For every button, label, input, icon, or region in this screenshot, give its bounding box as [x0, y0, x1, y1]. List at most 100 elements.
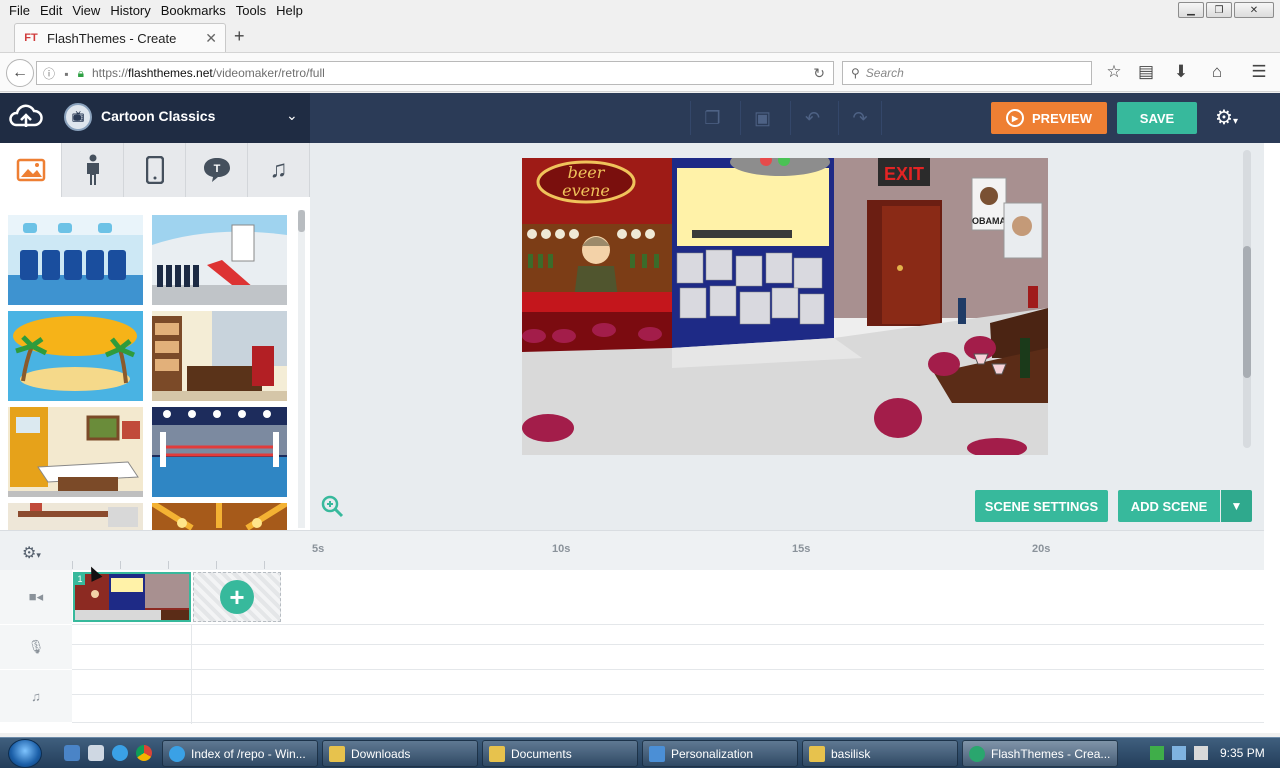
beer-sign-text-2: evene [562, 181, 610, 200]
settings-gear-icon[interactable]: ⚙▾ [1215, 105, 1238, 130]
reading-list-icon[interactable]: ▤ [1135, 62, 1157, 82]
tick [216, 561, 217, 569]
tab-text[interactable]: T [186, 143, 248, 197]
show-desktop-icon[interactable] [64, 745, 80, 761]
new-tab-icon[interactable]: + [234, 26, 245, 47]
tab-close-icon[interactable]: ✕ [205, 30, 217, 47]
menu-file[interactable]: File [4, 3, 35, 18]
thumb-theater[interactable] [152, 503, 287, 530]
tab-backgrounds[interactable] [0, 143, 62, 197]
music-track-label: ♫ [0, 670, 72, 722]
theme-avatar[interactable]: 📺︎ [64, 103, 92, 131]
tick [264, 561, 265, 569]
back-arrow-icon: ← [12, 64, 28, 81]
stage-scrollbar[interactable] [1243, 150, 1251, 448]
home-icon[interactable]: ⌂ [1206, 62, 1228, 82]
thumb-office-desk[interactable] [152, 311, 287, 401]
taskbar-item-personalization[interactable]: Personalization [642, 740, 798, 767]
menu-edit[interactable]: Edit [35, 3, 67, 18]
restore-button[interactable]: ❐ [1206, 2, 1232, 18]
menu-help[interactable]: Help [271, 3, 308, 18]
play-icon: ▶ [1006, 109, 1025, 127]
timeline-ruler[interactable]: ⚙▾ 5s 10s 15s 20s [0, 530, 1264, 570]
thumb-beach-island[interactable] [8, 311, 143, 401]
url-bar[interactable]: ⓘ ▪ 🔒︎ https:// flashthemes.net /videoma… [36, 61, 834, 85]
taskbar-item-basilisk[interactable]: basilisk [802, 740, 958, 767]
explorer-icon[interactable] [88, 745, 104, 761]
save-button[interactable]: SAVE [1117, 102, 1197, 134]
chrome-icon[interactable] [136, 745, 152, 761]
menu-view[interactable]: View [67, 3, 105, 18]
redo-icon[interactable]: ↷ [838, 101, 882, 135]
security-shield-icon[interactable] [1150, 746, 1164, 760]
right-edge-strip [1264, 143, 1280, 733]
close-window-button[interactable]: ✕ [1234, 2, 1274, 18]
tab-strip: FT FlashThemes - Create ✕ + [0, 20, 1280, 52]
add-scene-slot[interactable]: + [193, 572, 281, 622]
phone-icon [145, 156, 164, 184]
add-scene-dropdown[interactable]: ▼ [1221, 490, 1252, 522]
taskbar-item-downloads[interactable]: Downloads [322, 740, 478, 767]
menu-tools[interactable]: Tools [231, 3, 271, 18]
hamburger-menu-icon[interactable]: ☰ [1248, 62, 1270, 82]
tick-label-10s: 10s [552, 543, 571, 555]
tab-characters[interactable] [62, 143, 124, 197]
thumb-office-room[interactable] [8, 407, 143, 497]
volume-muted-icon[interactable] [1194, 746, 1208, 760]
asset-scrollbar[interactable] [298, 210, 305, 528]
browser-menubar: File Edit View History Bookmarks Tools H… [0, 0, 1280, 20]
timeline-settings-gear-icon[interactable]: ⚙▾ [22, 543, 41, 563]
scene-canvas[interactable]: beer evene EXIT OBAMA [522, 158, 1048, 455]
display-icon [649, 745, 665, 762]
taskbar-label: FlashThemes - Crea... [991, 746, 1111, 761]
folder-icon [329, 745, 345, 762]
video-track-label: ■◂ [0, 570, 72, 624]
download-icon[interactable]: ⬇ [1170, 62, 1192, 82]
reload-icon[interactable]: ↻ [813, 65, 825, 82]
start-button[interactable] [8, 739, 42, 768]
bookmark-star-icon[interactable]: ☆ [1103, 62, 1125, 82]
theme-selector-area: 📺︎ Cartoon Classics ⌄ [0, 93, 310, 143]
minimize-button[interactable]: ▁ [1178, 2, 1204, 18]
site-info-icon[interactable]: ⓘ ▪ [43, 65, 72, 82]
url-path: /videomaker/retro/full [212, 66, 325, 80]
tab-music[interactable]: ♫ [248, 143, 310, 197]
folder-icon [809, 745, 825, 762]
back-button[interactable]: ← [6, 59, 34, 87]
theme-name[interactable]: Cartoon Classics [101, 108, 215, 124]
network-icon[interactable] [1172, 746, 1186, 760]
cloud-upload-icon[interactable] [8, 103, 44, 133]
poster-name-text: OBAMA [972, 216, 1006, 226]
browser-tab[interactable]: FT FlashThemes - Create ✕ [14, 23, 226, 52]
system-tray [1150, 746, 1208, 760]
copy-icon[interactable]: ❐ [690, 101, 734, 135]
preview-button[interactable]: ▶ PREVIEW [991, 102, 1107, 134]
taskbar-item-repo[interactable]: Index of /repo - Win... [162, 740, 318, 767]
url-host: flashthemes.net [128, 66, 213, 80]
ie-icon[interactable] [112, 745, 128, 761]
menu-bookmarks[interactable]: Bookmarks [156, 3, 231, 18]
taskbar-item-flashthemes[interactable]: FlashThemes - Crea... [962, 740, 1118, 767]
taskbar-label: basilisk [831, 746, 871, 761]
undo-icon[interactable]: ↶ [790, 101, 834, 135]
add-scene-button[interactable]: ADD SCENE [1118, 490, 1220, 522]
folder-icon [489, 745, 505, 762]
taskbar-item-documents[interactable]: Documents [482, 740, 638, 767]
thumb-airplane-cabin[interactable] [8, 215, 143, 305]
tab-props[interactable] [124, 143, 186, 197]
thumb-airplane-exterior[interactable] [152, 215, 287, 305]
search-input[interactable]: ⚲ Search [842, 61, 1092, 85]
paste-icon[interactable]: ▣ [740, 101, 784, 135]
menu-history[interactable]: History [105, 3, 155, 18]
flashthemes-favicon-icon: FT [24, 32, 38, 44]
track-divider [72, 722, 1264, 723]
scene-settings-button[interactable]: SCENE SETTINGS [975, 490, 1108, 522]
thumb-shelf-room[interactable] [8, 503, 143, 530]
track-divider [72, 669, 1264, 670]
thumb-boxing-ring[interactable] [152, 407, 287, 497]
taskbar-clock[interactable]: 9:35 PM [1220, 746, 1265, 760]
zoom-in-icon[interactable] [320, 494, 344, 518]
tick [120, 561, 121, 569]
chevron-down-icon[interactable]: ⌄ [286, 107, 298, 124]
camera-icon: ■◂ [28, 589, 44, 604]
